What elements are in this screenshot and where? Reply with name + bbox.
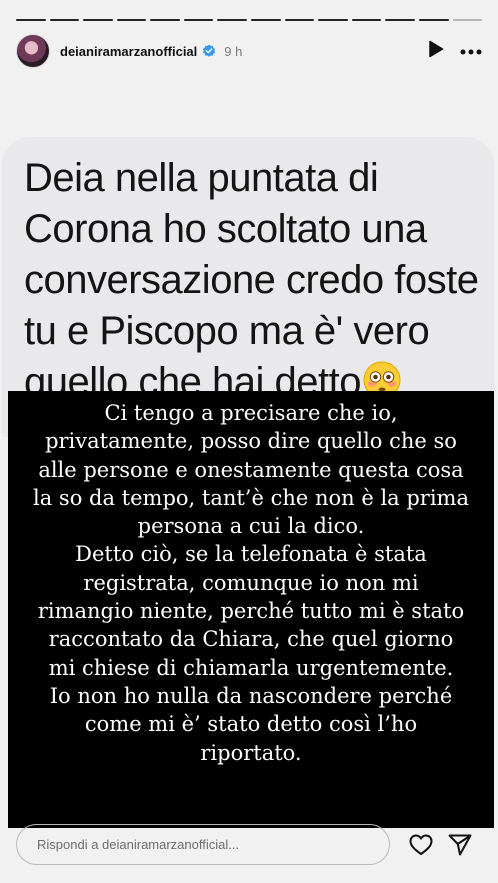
more-icon[interactable] bbox=[460, 42, 482, 60]
send-icon[interactable] bbox=[447, 832, 473, 858]
caption-line: Detto ciò, se la telefonata è stata bbox=[75, 542, 427, 567]
verified-badge-icon bbox=[202, 44, 216, 58]
caption-line: riportato. bbox=[200, 740, 302, 765]
caption-line: registrata, comunque io non mi bbox=[83, 570, 419, 595]
caption-line: Ci tengo a precisare che io, bbox=[104, 401, 398, 425]
progress-segment-current bbox=[452, 19, 483, 21]
caption-line: la so da tempo, tant’è che non è la prim… bbox=[33, 485, 469, 510]
progress-segment bbox=[284, 19, 315, 21]
username[interactable]: deianiramarzanofficial bbox=[60, 44, 197, 59]
progress-segment bbox=[49, 19, 80, 21]
message-line: Corona ho scoltato una bbox=[24, 207, 427, 251]
caption-line: Io non ho nulla da nascondere perché bbox=[49, 683, 453, 708]
post-time: 9 h bbox=[224, 43, 243, 59]
avatar[interactable] bbox=[16, 34, 50, 68]
caption-line: mi chiese di chiamarla urgentemente. bbox=[48, 655, 454, 680]
caption-line: alle persone e onestamente questa cosa bbox=[38, 457, 464, 482]
progress-segment bbox=[83, 19, 113, 21]
caption-line: privatamente, posso dire quello che so bbox=[45, 429, 457, 454]
caption-line: rimangio niente, perché tutto mi è stato bbox=[37, 599, 465, 624]
caption-line: persona a cui la dico. bbox=[137, 514, 365, 539]
message-line: tu e Piscopo ma è' vero bbox=[24, 309, 430, 353]
message-line: conversazione credo foste bbox=[24, 258, 479, 302]
caption-text: Ci tengo a precisare che io, privatament… bbox=[8, 399, 494, 767]
progress-segment bbox=[217, 19, 248, 21]
progress-segment bbox=[385, 19, 415, 21]
progress-segment bbox=[351, 19, 382, 21]
progress-segment bbox=[16, 19, 46, 21]
message-text: Deia nella puntata di Corona ho scoltato… bbox=[24, 153, 494, 408]
story-viewer: deianiramarzanofficial 9 h Deia nella pu… bbox=[0, 0, 498, 883]
header-actions bbox=[428, 40, 482, 63]
story-progress bbox=[16, 19, 483, 21]
progress-segment bbox=[251, 19, 281, 21]
progress-segment bbox=[150, 19, 180, 21]
progress-segment bbox=[418, 19, 449, 21]
story-header: deianiramarzanofficial 9 h bbox=[16, 34, 482, 68]
caption-line: come mi è’ stato detto così l’ho bbox=[84, 712, 418, 737]
reply-input[interactable]: Rispondi a deianiramarzanofficial... bbox=[16, 824, 390, 865]
play-icon[interactable] bbox=[428, 40, 444, 63]
heart-icon[interactable] bbox=[408, 832, 434, 858]
progress-segment bbox=[116, 19, 147, 21]
message-line: Deia nella puntata di bbox=[24, 156, 379, 200]
progress-segment bbox=[318, 19, 348, 21]
progress-segment bbox=[183, 19, 214, 21]
caption-line: raccontato da Chiara, che quel giorno bbox=[48, 627, 454, 652]
